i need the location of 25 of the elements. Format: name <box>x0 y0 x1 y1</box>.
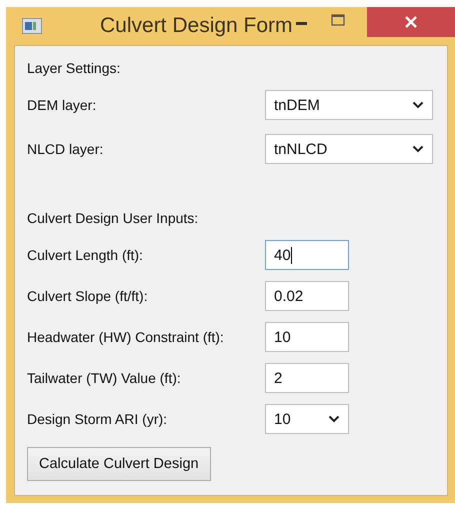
input-field[interactable]: 10 <box>265 322 349 352</box>
chevron-down-icon <box>412 101 424 109</box>
field-label: Headwater (HW) Constraint (ft): <box>27 329 225 345</box>
close-icon <box>404 15 418 29</box>
section-heading: Culvert Design User Inputs: <box>27 210 198 226</box>
input-field[interactable]: 0.02 <box>265 281 349 311</box>
field-label: Design Storm ARI (yr): <box>27 411 168 427</box>
field-label: Tailwater (TW) Value (ft): <box>27 370 182 386</box>
layer-dropdown[interactable]: tnNLCD <box>265 134 433 164</box>
chevron-down-icon <box>412 145 424 153</box>
window-title: Culvert Design Form <box>100 14 293 38</box>
maximize-icon[interactable] <box>331 13 345 27</box>
chevron-down-icon <box>328 415 340 423</box>
app-icon <box>22 18 42 34</box>
field-label: NLCD layer: <box>27 141 104 157</box>
field-label: Culvert Slope (ft/ft): <box>27 288 149 304</box>
layer-dropdown[interactable]: tnDEM <box>265 90 433 120</box>
calculate-button[interactable]: Calculate Culvert Design <box>27 447 211 481</box>
input-field[interactable]: 2 <box>265 363 349 393</box>
storm-dropdown[interactable]: 10 <box>265 404 349 434</box>
field-label: DEM layer: <box>27 97 98 113</box>
input-field[interactable]: 40 <box>265 240 349 270</box>
field-label: Culvert Length (ft): <box>27 247 144 263</box>
section-heading: Layer Settings: <box>27 60 120 76</box>
close-button[interactable] <box>367 7 455 37</box>
